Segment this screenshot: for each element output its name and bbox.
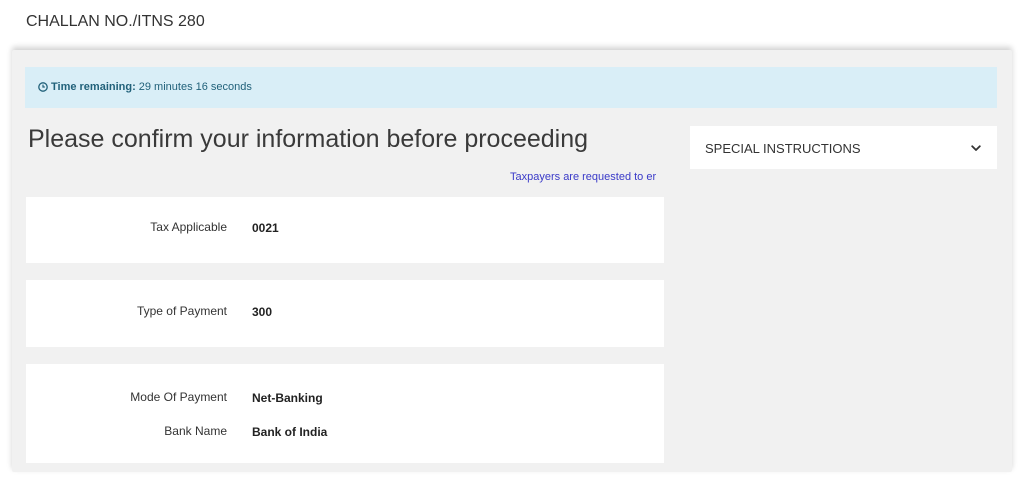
top-bar: CHALLAN NO./ITNS 280 [0,0,1020,46]
bank-name-label: Bank Name [164,424,227,438]
tax-applicable-label: Tax Applicable [150,220,227,234]
mode-of-payment-label: Mode Of Payment [130,390,227,404]
type-of-payment-label: Type of Payment [136,304,227,318]
bank-name-value: Bank of India [252,425,328,439]
bank-name-row: Bank Name Bank of India [26,424,664,440]
time-remaining-banner: Time remaining: 29 minutes 16 seconds [25,67,997,108]
type-of-payment-card: Type of Payment 300 [26,280,664,347]
type-of-payment-value: 300 [252,305,273,319]
payment-mode-card: Mode Of Payment Net-Banking Bank Name Ba… [26,364,664,463]
mode-of-payment-value: Net-Banking [252,391,323,405]
type-of-payment-row: Type of Payment 300 [26,304,664,320]
tax-applicable-row: Tax Applicable 0021 [26,220,664,236]
time-remaining-label: Time remaining: [51,81,136,93]
tax-applicable-card: Tax Applicable 0021 [26,197,664,263]
mode-of-payment-row: Mode Of Payment Net-Banking [26,390,664,406]
clock-icon [38,82,48,92]
chevron-down-icon [971,145,981,151]
page-title: CHALLAN NO./ITNS 280 [26,13,205,30]
notice-marquee: Taxpayers are requested to er [26,171,664,187]
special-instructions-toggle[interactable]: SPECIAL INSTRUCTIONS [690,126,997,169]
tax-applicable-value: 0021 [252,221,279,235]
main-panel: Time remaining: 29 minutes 16 seconds Pl… [12,50,1012,472]
time-remaining-value: 29 minutes 16 seconds [138,81,252,93]
confirm-heading: Please confirm your information before p… [28,125,589,153]
special-instructions-label: SPECIAL INSTRUCTIONS [705,141,861,156]
taxpayer-notice: Taxpayers are requested to er [510,171,657,183]
